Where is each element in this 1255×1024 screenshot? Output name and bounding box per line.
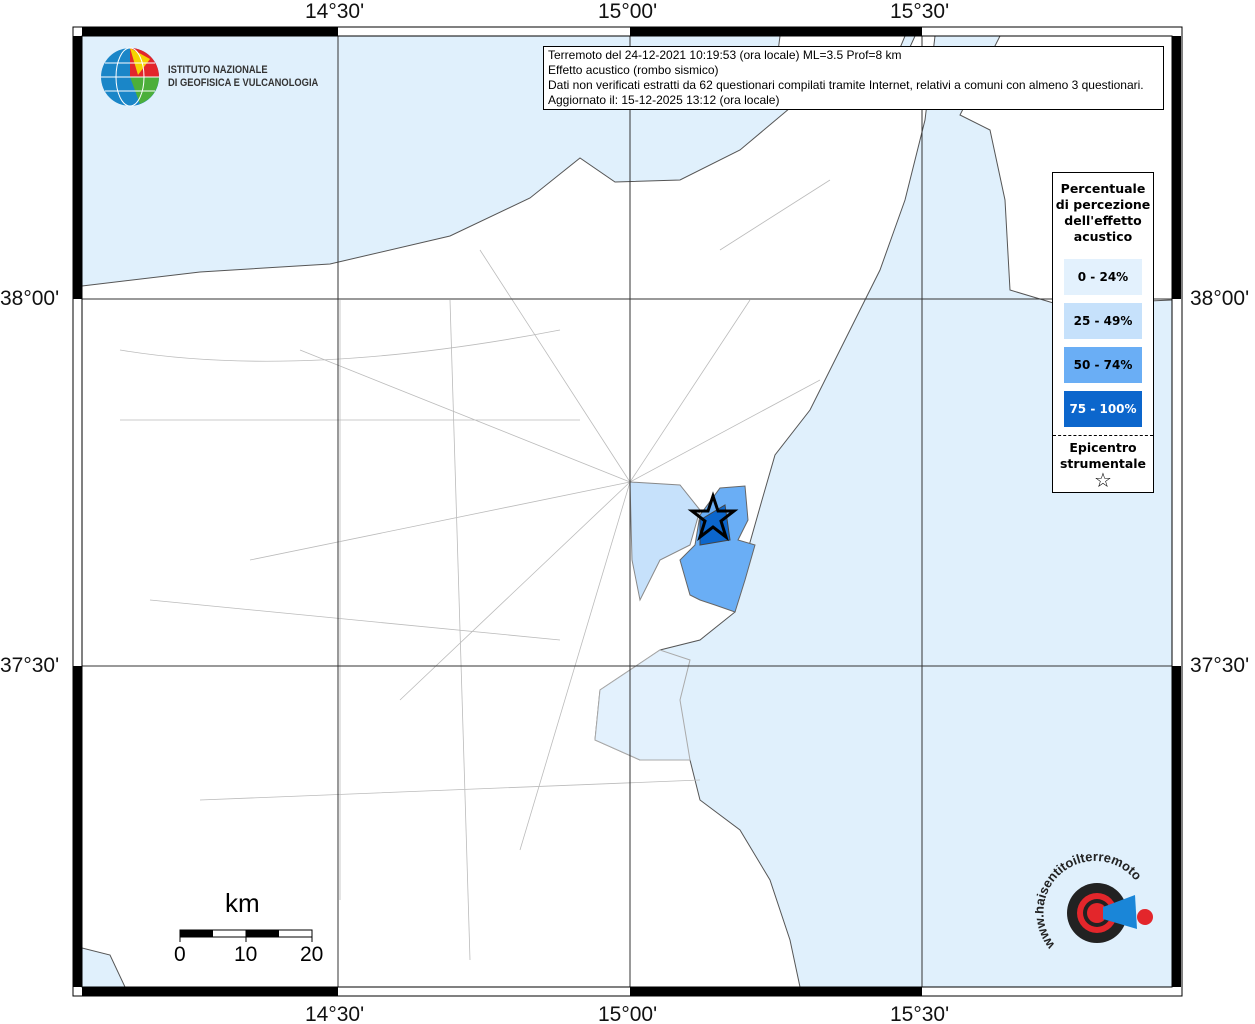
legend-swatch-50-74: 50 - 74% <box>1064 347 1142 383</box>
lat-label-right: 38°00' <box>1190 287 1250 310</box>
ingv-logo: ISTITUTO NAZIONALE DI GEOFISICA E VULCANO… <box>100 47 345 107</box>
legend: Percentuale di percezione dell'effetto a… <box>1052 172 1154 493</box>
lon-label-top: 14°30' <box>305 0 365 23</box>
haisentito-logo: www.haisentitoilterremoto.it <box>1031 833 1165 975</box>
macroseismic-map: 14°30' 15°00' 15°30' 14°30' 15°00' 15°30… <box>0 0 1255 1024</box>
lon-label-bottom: 15°00' <box>598 1003 658 1024</box>
legend-swatch-75-100: 75 - 100% <box>1064 391 1142 427</box>
lat-label-right: 37°30' <box>1190 654 1250 677</box>
lon-label-top: 15°30' <box>890 0 950 23</box>
scale-tick: 0 <box>174 943 186 966</box>
target-icon: www.haisentitoilterremoto.it <box>1031 833 1153 953</box>
scale-tick: 10 <box>234 943 258 966</box>
logo-line1: ISTITUTO NAZIONALE <box>168 64 268 76</box>
scale-tick: 20 <box>300 943 324 966</box>
star-icon: ☆ <box>1094 468 1112 492</box>
title-box: Terremoto del 24-12-2021 10:19:53 (ora l… <box>543 46 1164 110</box>
legend-title: Percentuale di percezione dell'effetto a… <box>1055 181 1151 244</box>
title-line: Terremoto del 24-12-2021 10:19:53 (ora l… <box>548 48 902 62</box>
legend-swatch-25-49: 25 - 49% <box>1064 303 1142 339</box>
lon-label-bottom: 15°30' <box>890 1003 950 1024</box>
title-line: Effetto acustico (rombo sismico) <box>548 63 719 77</box>
logo-line2: DI GEOFISICA E VULCANOLOGIA <box>168 77 319 89</box>
lon-label-bottom: 14°30' <box>305 1003 365 1024</box>
scale-unit: km <box>225 888 260 918</box>
lat-label-left: 37°30' <box>0 654 60 677</box>
lon-label-top: 15°00' <box>598 0 658 23</box>
title-line: Dati non verificati estratti da 62 quest… <box>548 78 1144 92</box>
globe-icon <box>101 47 159 107</box>
title-line: Aggiornato il: 15-12-2025 13:12 (ora loc… <box>548 93 780 107</box>
lat-label-left: 38°00' <box>0 287 60 310</box>
legend-swatch-0-24: 0 - 24% <box>1064 259 1142 295</box>
